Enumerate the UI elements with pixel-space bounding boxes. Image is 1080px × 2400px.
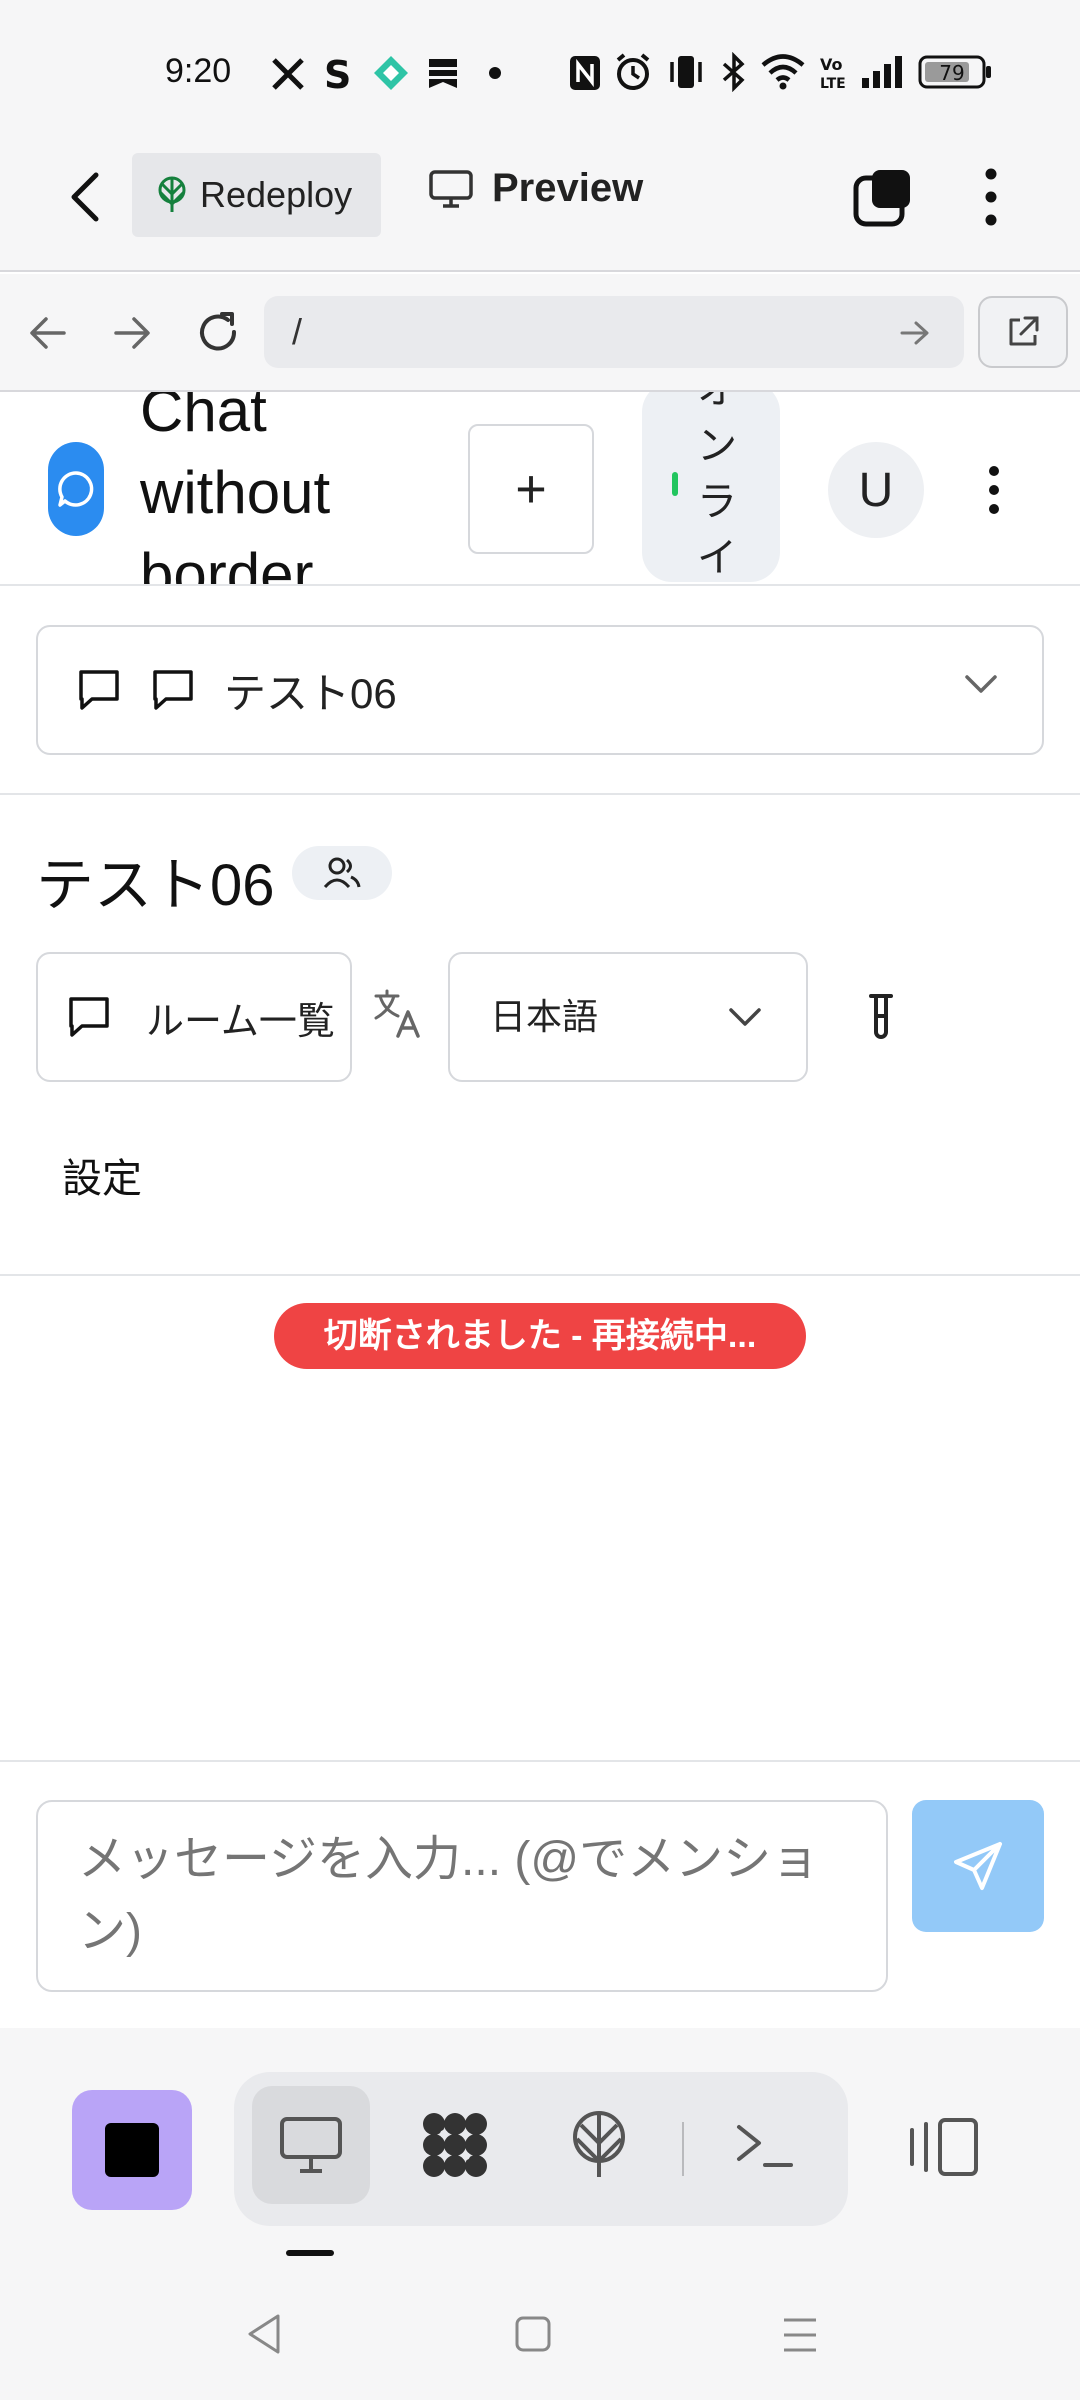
reload-icon[interactable]	[194, 308, 242, 356]
app-title: Chat without border	[140, 392, 331, 586]
browser-bar: /	[0, 274, 1080, 392]
language-select[interactable]: 日本語	[448, 952, 808, 1082]
bookmark-app-icon	[429, 59, 457, 88]
app-header: Redeploy Preview	[0, 140, 1080, 272]
divider	[0, 1274, 1080, 1276]
svg-text:Vo: Vo	[820, 55, 843, 74]
settings-button[interactable]: 設定	[62, 1146, 142, 1204]
terminal-tool[interactable]	[706, 2086, 824, 2204]
monitor-icon	[429, 169, 473, 208]
svg-text:S: S	[324, 54, 351, 94]
room-title: テスト06	[36, 853, 275, 918]
svg-text:LTE: LTE	[820, 76, 846, 92]
room-select-value: テスト06	[224, 669, 397, 717]
bluetooth-icon	[722, 52, 745, 92]
language-value: 日本語	[490, 996, 599, 1037]
x-app-icon	[272, 58, 304, 90]
more-vertical-icon[interactable]	[974, 164, 1008, 230]
open-external-button[interactable]	[978, 296, 1068, 368]
apps-tool[interactable]	[396, 2086, 514, 2204]
room-list-label: ルーム一覧	[146, 1000, 335, 1043]
alarm-icon	[616, 53, 650, 90]
desktop-icon	[280, 2117, 342, 2173]
stop-button[interactable]	[72, 2090, 192, 2210]
go-icon[interactable]	[900, 320, 930, 346]
bottom-toolbar	[0, 2028, 1080, 2268]
arrow-right-icon[interactable]	[112, 314, 152, 352]
svg-text:79: 79	[939, 61, 964, 85]
s-app-icon: S	[324, 54, 351, 94]
members-badge[interactable]	[292, 846, 392, 900]
apps-icon	[423, 2113, 487, 2177]
translate-icon	[374, 989, 420, 1038]
online-dot	[672, 472, 678, 496]
message-input[interactable]	[36, 1800, 888, 1992]
desktop-tool[interactable]	[252, 2086, 370, 2204]
chat-icon	[69, 997, 109, 1037]
url-input[interactable]: /	[264, 296, 964, 368]
online-status-label: オンライン	[697, 392, 737, 580]
stop-icon	[105, 2123, 159, 2177]
redeploy-button[interactable]: Redeploy	[132, 153, 381, 237]
send-icon	[954, 1842, 1002, 1890]
vibrate-icon	[670, 56, 702, 88]
flask-icon[interactable]	[862, 992, 900, 1044]
status-time: 9:20	[165, 52, 232, 90]
online-status-badge: オンライン	[642, 392, 780, 582]
external-link-icon	[1009, 316, 1039, 346]
room-list-button[interactable]: ルーム一覧	[36, 952, 352, 1082]
dot-icon	[489, 67, 501, 79]
tool-group	[234, 2072, 848, 2226]
redeploy-icon	[158, 176, 186, 212]
divider	[0, 793, 1080, 795]
antenna-icon	[573, 2111, 625, 2177]
nfc-icon	[570, 56, 600, 90]
send-button[interactable]	[912, 1800, 1044, 1932]
chat-icon	[79, 670, 119, 710]
signal-icon	[862, 56, 902, 88]
chevron-down-icon	[729, 1008, 761, 1026]
status-bar: 9:20 S Vo LTE 79	[0, 0, 1080, 140]
system-nav-bar	[0, 2268, 1080, 2400]
toolbar-separator	[682, 2122, 684, 2176]
terminal-icon	[737, 2125, 793, 2167]
active-indicator	[286, 2250, 334, 2256]
tabs-icon[interactable]	[852, 166, 914, 228]
back-icon[interactable]	[66, 170, 104, 224]
divider	[0, 1760, 1080, 1762]
deploy-tool[interactable]	[540, 2086, 658, 2204]
split-view-icon[interactable]	[906, 2116, 982, 2178]
nav-recents-icon[interactable]	[780, 2316, 820, 2354]
room-select[interactable]: テスト06	[36, 625, 1044, 755]
nav-home-icon[interactable]	[514, 2314, 552, 2354]
page-more-icon[interactable]	[980, 462, 1008, 518]
url-text: /	[292, 311, 303, 352]
battery-icon: 79	[918, 55, 991, 89]
preview-tab[interactable]: Preview	[428, 166, 643, 211]
new-room-button[interactable]: +	[468, 424, 594, 554]
plus-icon: +	[515, 459, 547, 519]
users-icon	[323, 857, 361, 889]
preview-label: Preview	[492, 166, 644, 210]
nav-back-icon[interactable]	[244, 2312, 284, 2356]
chevron-down-icon	[965, 675, 997, 693]
arrow-left-icon[interactable]	[28, 314, 68, 352]
chat-icon	[153, 670, 193, 710]
connection-status-banner: 切断されました - 再接続中...	[274, 1303, 806, 1369]
volte-icon: Vo LTE	[820, 55, 846, 92]
redeploy-label: Redeploy	[200, 174, 353, 215]
diamond-app-icon	[374, 56, 408, 90]
wifi-icon	[761, 54, 805, 90]
chat-logo-icon	[48, 442, 104, 536]
avatar[interactable]: U	[828, 442, 924, 538]
page-header: Chat without border + オンライン U	[0, 392, 1080, 586]
